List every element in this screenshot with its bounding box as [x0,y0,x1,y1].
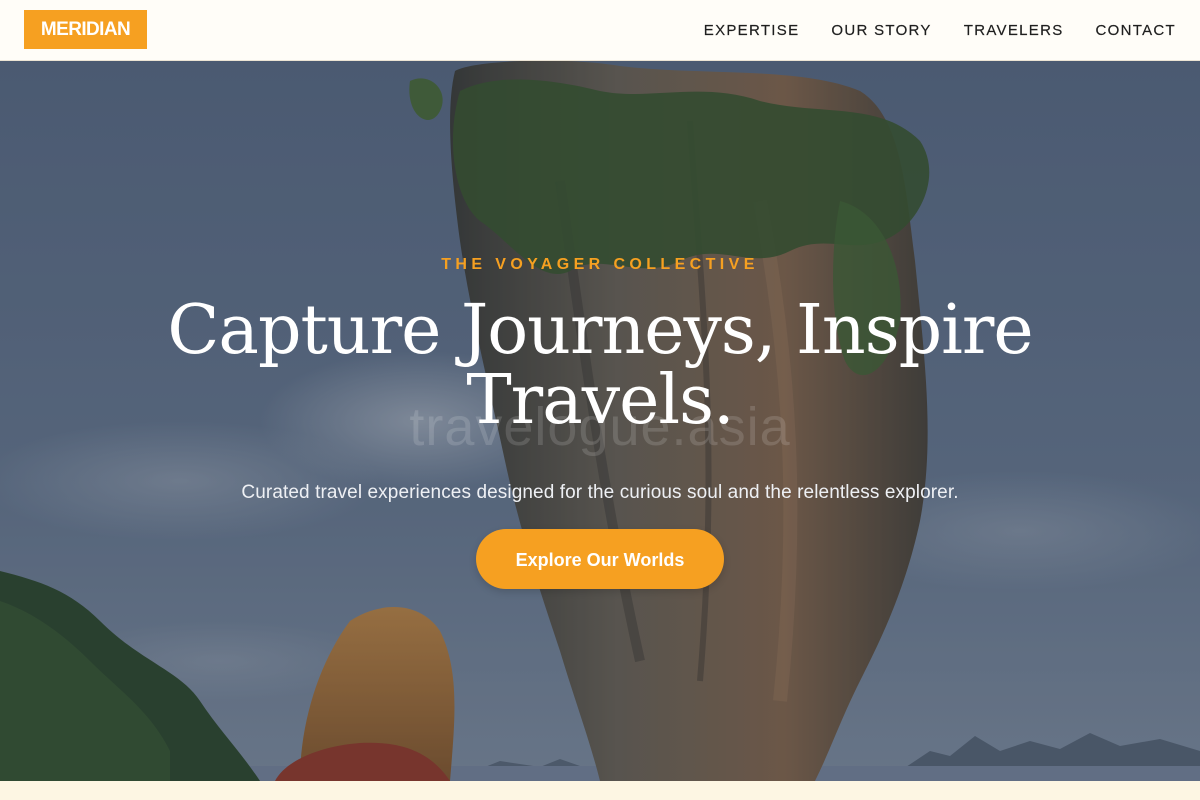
explore-worlds-button[interactable]: Explore Our Worlds [476,529,724,589]
top-navigation-bar: MERIDIAN EXPERTISE OUR STORY TRAVELERS C… [0,0,1200,61]
nav-link-contact[interactable]: CONTACT [1095,21,1176,38]
hero-eyebrow: THE VOYAGER COLLECTIVE [441,256,759,273]
hero-headline: Capture Journeys, Inspire Travels. [167,291,1033,440]
nav-link-expertise[interactable]: EXPERTISE [704,21,800,38]
brand-logo[interactable]: MERIDIAN [24,10,147,49]
next-section-edge [0,781,1200,800]
main-nav: EXPERTISE OUR STORY TRAVELERS CONTACT [704,0,1176,60]
nav-link-travelers[interactable]: TRAVELERS [964,21,1064,38]
nav-link-our-story[interactable]: OUR STORY [831,21,931,38]
hero-subheadline: Curated travel experiences designed for … [241,482,959,503]
hero-section: travelogue.asia THE VOYAGER COLLECTIVE C… [0,61,1200,781]
